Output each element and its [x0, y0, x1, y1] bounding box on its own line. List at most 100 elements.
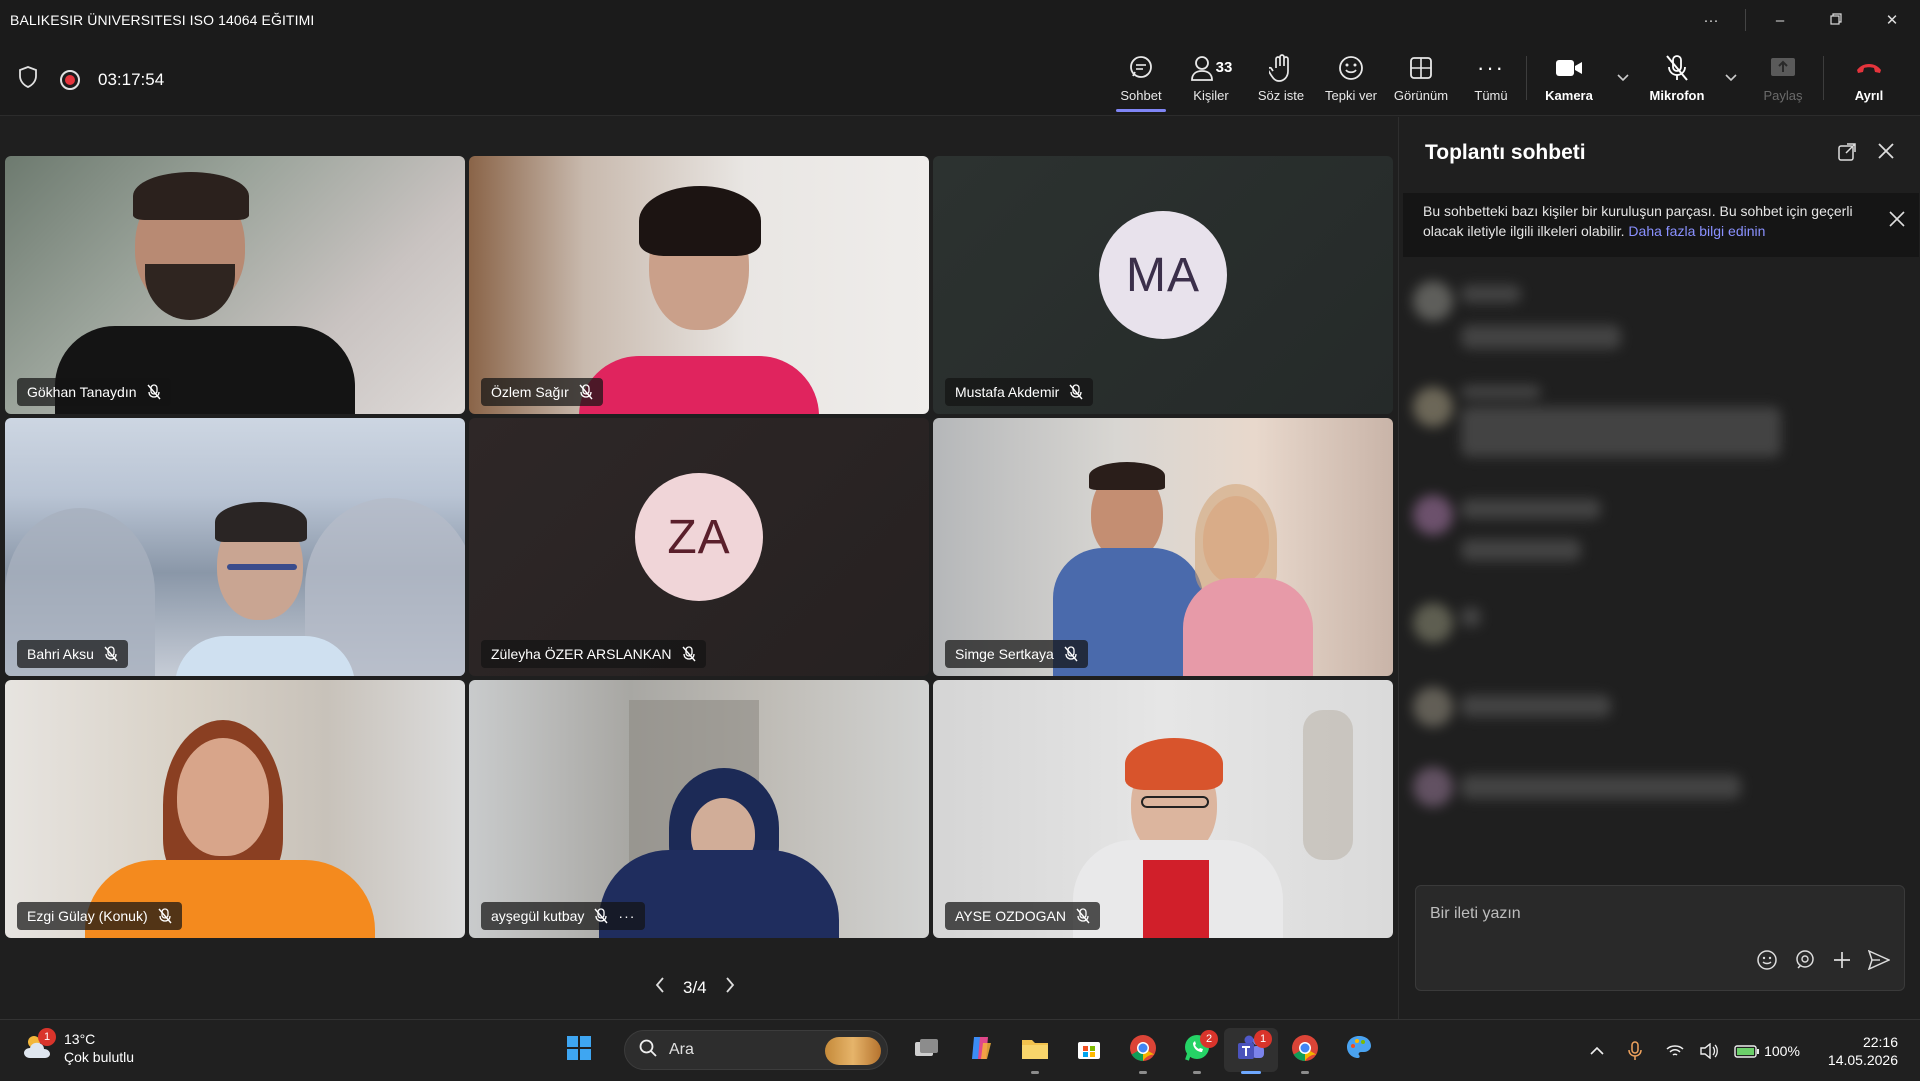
paint-button[interactable]: [1332, 1028, 1386, 1072]
participant-tile[interactable]: Bahri Aksu: [5, 418, 465, 676]
chrome-button[interactable]: [1116, 1028, 1170, 1074]
avatar: MA: [1099, 211, 1227, 339]
participant-tile[interactable]: Özlem Sağır: [469, 156, 929, 414]
camera-button[interactable]: Kamera: [1527, 40, 1611, 116]
mic-button[interactable]: Mikrofon: [1635, 40, 1719, 116]
participant-tile[interactable]: Ezgi Gülay (Konuk): [5, 680, 465, 938]
weather-badge: 1: [38, 1027, 56, 1046]
dismiss-notice-icon[interactable]: [1889, 211, 1905, 232]
mic-muted-icon: [594, 908, 608, 924]
camera-options-chevron-icon[interactable]: [1611, 40, 1635, 116]
store-icon: [1077, 1036, 1101, 1065]
system-clock[interactable]: 22:16 14.05.2026: [1828, 1033, 1898, 1069]
copilot-button[interactable]: [954, 1028, 1008, 1072]
policy-notice: Bu sohbetteki bazı kişiler bir kuruluşun…: [1403, 193, 1919, 257]
video-stage: Gökhan Tanaydın Özlem Sağır MA Mustafa A…: [0, 117, 1396, 1019]
pop-out-icon[interactable]: [1838, 143, 1856, 166]
chat-icon: [1128, 54, 1154, 82]
chevron-left-icon[interactable]: [655, 977, 665, 998]
participant-name-tag: Züleyha ÖZER ARSLANKAN: [481, 640, 706, 668]
share-button[interactable]: Paylaş: [1743, 40, 1823, 116]
file-explorer-button[interactable]: [1008, 1028, 1062, 1074]
chevron-right-icon[interactable]: [725, 977, 735, 998]
taskbar-search[interactable]: Ara: [624, 1030, 888, 1070]
learn-more-link[interactable]: Daha fazla bilgi edinin: [1628, 223, 1765, 239]
windows-taskbar: 1 13°C Çok bulutlu Ara 2 1 100% 22:16 14…: [0, 1019, 1920, 1080]
message-input[interactable]: [1430, 902, 1870, 926]
participant-tile[interactable]: ZA Züleyha ÖZER ARSLANKAN: [469, 418, 929, 676]
participant-tile[interactable]: MA Mustafa Akdemir: [933, 156, 1393, 414]
loop-icon[interactable]: [1794, 949, 1816, 976]
restore-icon[interactable]: [1808, 12, 1864, 29]
meeting-timer: 03:17:54: [98, 69, 165, 89]
send-icon[interactable]: [1867, 949, 1891, 975]
window-title: BALIKESIR ÜNIVERSITESI ISO 14064 EĞITIMI: [10, 12, 315, 28]
mic-muted-icon: [681, 646, 696, 662]
participant-name-tag: Ezgi Gülay (Konuk): [17, 902, 182, 930]
avatar: ZA: [635, 473, 763, 601]
weather-widget[interactable]: 1 13°C Çok bulutlu: [22, 1027, 135, 1066]
participant-name-tag: Bahri Aksu: [17, 640, 128, 668]
grid-icon: [1409, 54, 1433, 82]
participant-name-tag: Mustafa Akdemir: [945, 378, 1094, 406]
close-window-icon[interactable]: ✕: [1864, 11, 1920, 29]
mic-options-chevron-icon[interactable]: [1719, 40, 1743, 116]
search-highlight-image: [825, 1037, 881, 1065]
folder-icon: [1021, 1036, 1049, 1065]
tile-more-options[interactable]: ···: [618, 908, 635, 924]
minimize-icon[interactable]: –: [1752, 12, 1808, 29]
window-controls: ··· – ✕: [1683, 0, 1920, 40]
chrome-icon: [1129, 1034, 1157, 1067]
message-compose-box[interactable]: [1415, 885, 1905, 991]
mic-muted-icon: [146, 384, 161, 400]
smiley-icon: [1338, 54, 1364, 82]
microphone-in-use-icon[interactable]: [1628, 1040, 1642, 1061]
page-indicator: 3/4: [683, 977, 707, 997]
chat-button[interactable]: Sohbet: [1106, 40, 1176, 116]
mic-muted-icon: [1665, 54, 1689, 82]
start-button[interactable]: [552, 1028, 606, 1072]
view-button[interactable]: Görünüm: [1386, 40, 1456, 116]
shield-icon: [18, 66, 38, 93]
emoji-icon[interactable]: [1756, 949, 1778, 976]
chat-panel-title: Toplantı sohbeti: [1425, 141, 1586, 164]
close-icon[interactable]: [1878, 143, 1894, 166]
participant-tile[interactable]: Gökhan Tanaydın: [5, 156, 465, 414]
teams-button[interactable]: 1: [1224, 1028, 1278, 1074]
battery-icon[interactable]: 100%: [1734, 1043, 1800, 1059]
battery-level: 100%: [1764, 1042, 1800, 1059]
chrome-icon: [1291, 1034, 1319, 1067]
participant-tile[interactable]: Simge Sertkaya: [933, 418, 1393, 676]
react-button[interactable]: Tepki ver: [1316, 40, 1386, 116]
task-view-button[interactable]: [900, 1028, 954, 1072]
more-options-icon[interactable]: ···: [1683, 12, 1739, 29]
wifi-icon[interactable]: [1666, 1044, 1684, 1058]
participant-tile[interactable]: AYSE OZDOGAN: [933, 680, 1393, 938]
people-button[interactable]: 33 Kişiler: [1176, 40, 1246, 116]
leave-button[interactable]: Ayrıl: [1824, 40, 1914, 116]
add-icon[interactable]: [1832, 950, 1852, 975]
recording-icon: [60, 69, 80, 90]
gallery-pager: 3/4: [655, 977, 735, 998]
teams-badge: 1: [1254, 1030, 1272, 1048]
more-icon: ···: [1477, 54, 1505, 80]
participant-name-tag: Özlem Sağır: [481, 378, 603, 406]
more-button[interactable]: ··· Tümü: [1456, 40, 1526, 116]
system-tray: 100% 22:16 14.05.2026: [1582, 1020, 1920, 1081]
cloud-icon: 1: [22, 1027, 56, 1065]
blurred-chat-messages: [1399, 267, 1920, 827]
whatsapp-badge: 2: [1200, 1030, 1218, 1048]
chevron-up-icon[interactable]: [1590, 1046, 1604, 1056]
raise-hand-button[interactable]: Söz iste: [1246, 40, 1316, 116]
volume-icon[interactable]: [1700, 1042, 1719, 1059]
chrome-profile-button[interactable]: [1278, 1028, 1332, 1074]
whatsapp-button[interactable]: 2: [1170, 1028, 1224, 1074]
people-count: 33: [1215, 59, 1233, 76]
clock-time: 22:16: [1862, 1033, 1898, 1050]
weather-desc: Çok bulutlu: [64, 1049, 135, 1065]
store-button[interactable]: [1062, 1028, 1116, 1072]
windows-start-icon: [566, 1035, 592, 1066]
meeting-chat-panel: Toplantı sohbeti Bu sohbetteki bazı kişi…: [1398, 117, 1920, 1019]
participant-tile[interactable]: ayşegül kutbay ···: [469, 680, 929, 938]
copilot-icon: [968, 1035, 994, 1066]
